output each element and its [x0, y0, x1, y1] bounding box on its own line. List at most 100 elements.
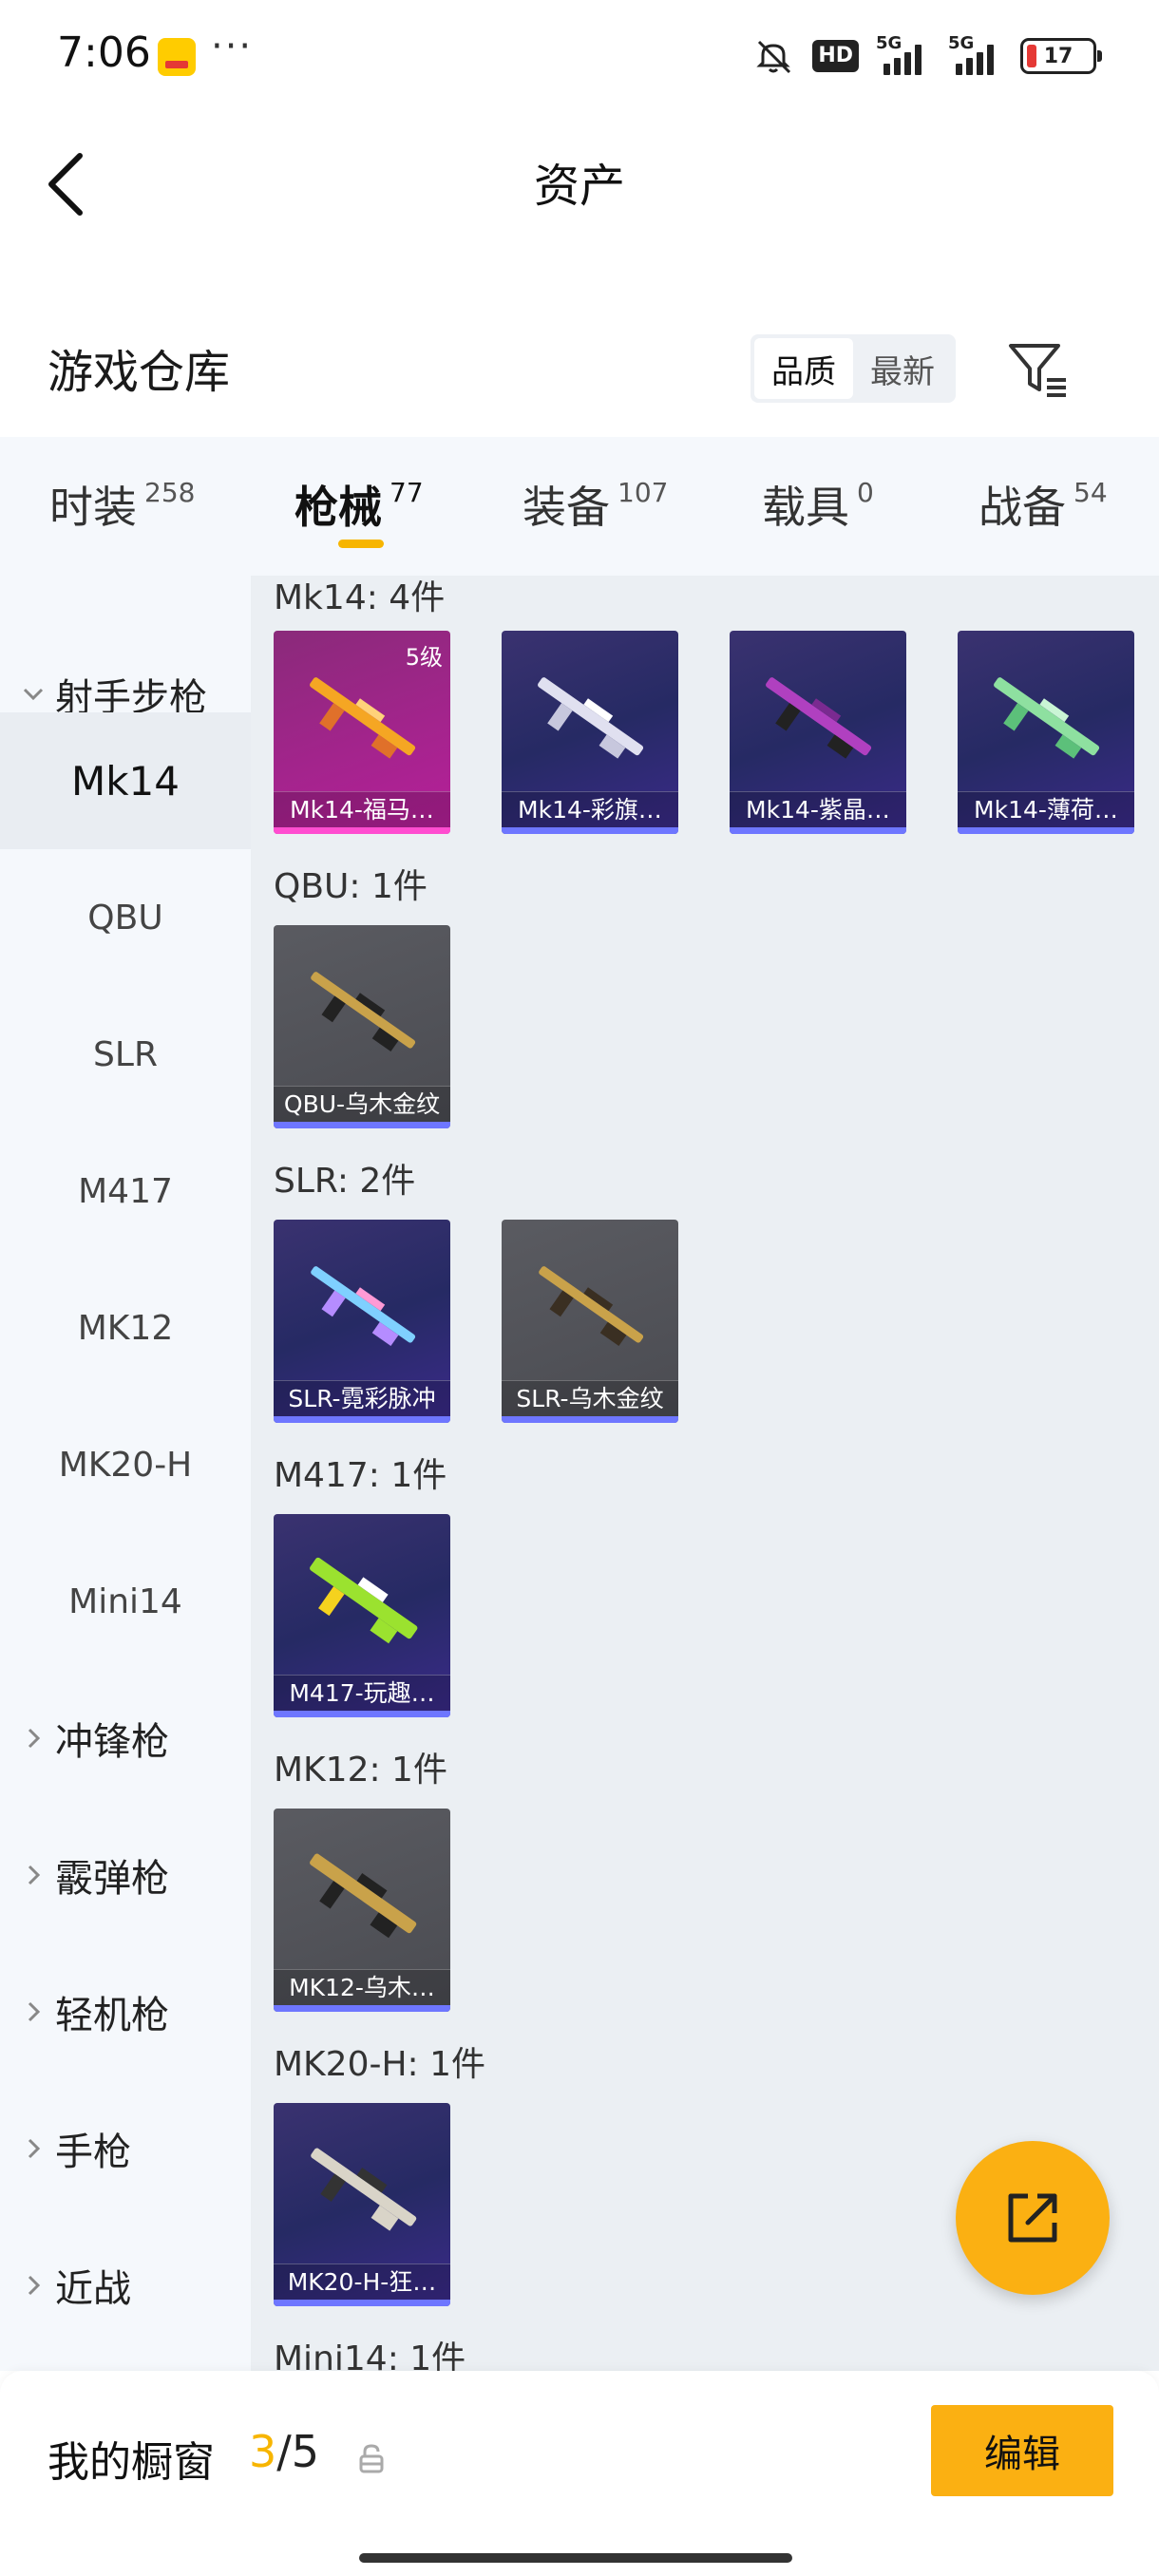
tab-fashion[interactable]: 时装 258: [49, 473, 195, 536]
weapon-name: Mk14-福马…: [274, 791, 450, 827]
weapon-card[interactable]: SLR-乌木金纹: [502, 1220, 678, 1423]
nav-header: 资产: [0, 112, 1159, 245]
signal-icon-1: 5G: [876, 33, 931, 75]
rarity-stripe: [502, 827, 678, 834]
more-notifications-icon: ···: [211, 25, 254, 68]
rifle-icon: [994, 677, 1100, 759]
weapon-name: SLR-乌木金纹: [502, 1380, 678, 1416]
rarity-stripe: [274, 1122, 450, 1128]
chevron-right-icon: [28, 2138, 41, 2159]
tab-count: 258: [144, 477, 196, 508]
weapon-name: Mk14-彩旗…: [502, 791, 678, 827]
tab-label: 载具: [762, 482, 849, 533]
weapon-name: Mk14-紫晶…: [730, 791, 906, 827]
section-title: M417: 1件: [274, 1456, 447, 1495]
weapon-grid: Mk14: 4件 5级 Mk14-福马… Mk14-彩旗… Mk14-紫晶… M…: [251, 576, 1159, 2371]
weapon-card[interactable]: MK12-乌木…: [274, 1809, 450, 2012]
lock-icon[interactable]: [357, 2443, 386, 2475]
tab-label: 战备: [978, 482, 1066, 533]
tab-supplies[interactable]: 战备 54: [978, 473, 1108, 536]
tab-label: 装备: [522, 482, 610, 533]
rifle-icon: [310, 1853, 417, 1939]
sort-toggle: 品质 最新: [750, 334, 956, 403]
chevron-right-icon: [28, 2275, 41, 2296]
section-title: QBU: 1件: [274, 867, 428, 906]
tab-count: 77: [390, 477, 424, 508]
sidebar-group-shotgun[interactable]: 霰弹枪: [0, 1807, 251, 1943]
status-indicators: HD 5G 5G 17: [751, 32, 1102, 80]
edit-button[interactable]: 编辑: [931, 2405, 1113, 2496]
battery-level: 17: [1043, 44, 1074, 68]
sidebar-item-mk20h[interactable]: MK20-H: [0, 1396, 251, 1533]
weapon-name: MK20-H-狂…: [274, 2263, 450, 2300]
tab-firearms[interactable]: 枪械 77: [294, 473, 424, 536]
sidebar-group-melee[interactable]: 近战: [0, 2217, 251, 2354]
rarity-stripe: [274, 827, 450, 834]
rifle-icon: [311, 972, 416, 1052]
page-title: 资产: [533, 160, 625, 213]
sidebar-item-slr[interactable]: SLR: [0, 986, 251, 1123]
sidebar-group-label: 近战: [55, 2267, 131, 2311]
weapon-name: M417-玩趣…: [274, 1675, 450, 1711]
weapon-name: MK12-乌木…: [274, 1969, 450, 2005]
hd-badge: HD: [812, 40, 859, 72]
sidebar-item-mini14[interactable]: Mini14: [0, 1533, 251, 1670]
showcase-count: 3/5: [249, 2426, 319, 2477]
rifle-icon: [311, 2148, 417, 2231]
chevron-down-icon: [23, 688, 44, 701]
status-time: 7:06: [57, 28, 151, 77]
rarity-stripe: [274, 1416, 450, 1423]
weapon-card[interactable]: Mk14-紫晶…: [730, 631, 906, 834]
rifle-icon: [766, 677, 872, 759]
weapon-card[interactable]: Mk14-彩旗…: [502, 631, 678, 834]
weapon-category-sidebar: 射手步枪 Mk14 QBU SLR M417 MK12 MK20-H Mini1…: [0, 576, 251, 2371]
home-indicator[interactable]: [359, 2553, 792, 2563]
rarity-stripe: [730, 827, 906, 834]
weapon-card[interactable]: M417-玩趣…: [274, 1514, 450, 1717]
chevron-right-icon: [28, 2001, 41, 2022]
showcase-separator: /: [276, 2426, 292, 2477]
sidebar-item-mk12[interactable]: MK12: [0, 1260, 251, 1396]
sort-by-quality[interactable]: 品质: [754, 338, 853, 399]
sort-by-newest[interactable]: 最新: [853, 338, 952, 399]
sidebar-group-label: 霰弹枪: [55, 1857, 169, 1901]
warehouse-title: 游戏仓库: [48, 346, 231, 399]
showcase-current: 3: [249, 2426, 277, 2477]
sidebar-group-lmg[interactable]: 轻机枪: [0, 1943, 251, 2080]
weapon-card[interactable]: 5级 Mk14-福马…: [274, 631, 450, 834]
sidebar-item-m417[interactable]: M417: [0, 1123, 251, 1260]
section-title: MK12: 1件: [274, 1751, 447, 1790]
filter-icon[interactable]: [1005, 336, 1070, 401]
rarity-stripe: [274, 2300, 450, 2306]
tab-count: 0: [857, 477, 874, 508]
rarity-stripe: [274, 1711, 450, 1717]
tab-label: 枪械: [294, 482, 382, 533]
weapon-name: QBU-乌木金纹: [274, 1086, 450, 1122]
showcase-label: 我的橱窗: [48, 2438, 215, 2487]
tab-count: 54: [1074, 477, 1108, 508]
rifle-icon: [538, 677, 644, 759]
level-badge: 5级: [405, 644, 443, 671]
section-title: SLR: 2件: [274, 1162, 416, 1201]
tab-label: 时装: [49, 482, 137, 533]
sidebar-group-smg[interactable]: 冲锋枪: [0, 1670, 251, 1807]
chevron-right-icon: [28, 1865, 41, 1885]
rifle-icon: [310, 677, 416, 759]
weapon-card[interactable]: QBU-乌木金纹: [274, 925, 450, 1128]
tab-vehicles[interactable]: 载具 0: [762, 473, 874, 536]
sidebar-item-qbu[interactable]: QBU: [0, 849, 251, 986]
rarity-stripe: [958, 827, 1134, 834]
section-title: MK20-H: 1件: [274, 2045, 486, 2084]
sidebar-item-mk14[interactable]: Mk14: [0, 712, 251, 849]
share-fab-button[interactable]: [956, 2141, 1110, 2295]
rarity-stripe: [274, 2005, 450, 2012]
tab-equipment[interactable]: 装备 107: [522, 473, 668, 536]
sidebar-group-label: 轻机枪: [55, 1994, 169, 2037]
weapon-name: Mk14-薄荷…: [958, 791, 1134, 827]
weapon-card[interactable]: Mk14-薄荷…: [958, 631, 1134, 834]
weapon-card[interactable]: SLR-霓彩脉冲: [274, 1220, 450, 1423]
battery-icon: 17: [1020, 38, 1102, 74]
weapon-card[interactable]: MK20-H-狂…: [274, 2103, 450, 2306]
app-notification-icon: [158, 38, 196, 76]
sidebar-group-pistol[interactable]: 手枪: [0, 2080, 251, 2217]
